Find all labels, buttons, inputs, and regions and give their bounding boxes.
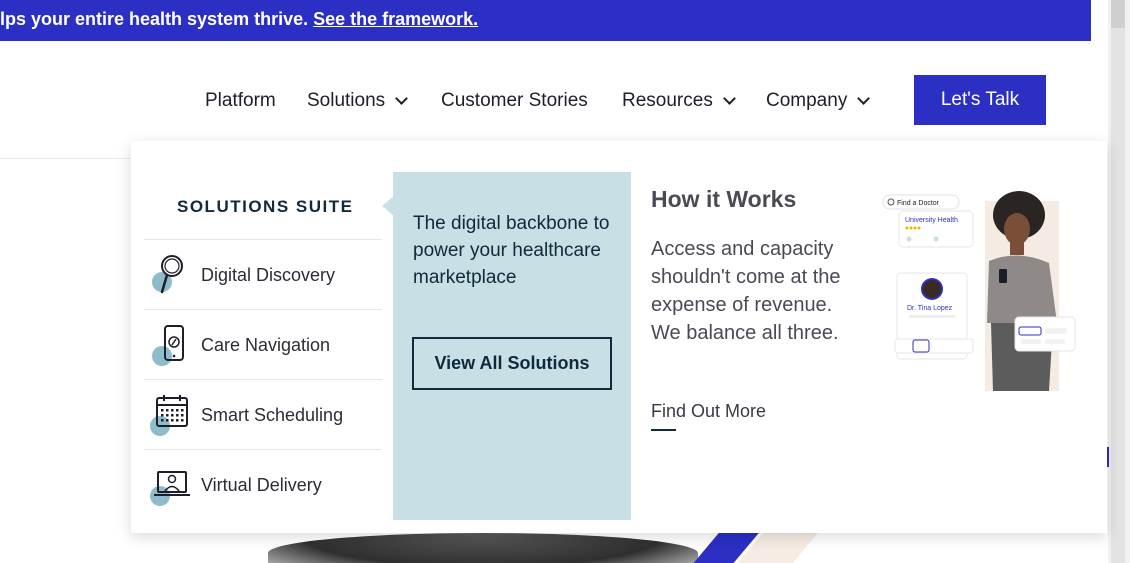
find-out-more-link[interactable]: Find Out More [651,401,766,422]
nav-label: Solutions [307,90,386,111]
solution-label: Digital Discovery [201,265,336,285]
solution-item-virtual-delivery[interactable]: Virtual Delivery [144,449,382,519]
solutions-list: Digital Discovery Care Navigation Smart … [144,239,382,519]
nav-item-customer-stories[interactable]: Customer Stories [441,90,588,112]
laptop-doctor-icon [150,471,190,506]
nav-label: Company [766,90,848,111]
solutions-panel: The digital backbone to power your healt… [393,172,631,520]
doctor-name-label: Dr. Tina Lopez [907,305,953,312]
scrollbar-thumb[interactable] [1111,0,1125,28]
scrollbar[interactable] [1108,0,1130,563]
panel-text: The digital backbone to power your healt… [413,213,610,288]
solution-label: Virtual Delivery [201,475,322,495]
chevron-down-icon [395,91,409,105]
solution-item-digital-discovery[interactable]: Digital Discovery [144,239,382,309]
link-underline [651,429,676,431]
announcement-link[interactable]: See the framework. [313,9,478,29]
phone-compass-icon [152,325,184,366]
view-all-solutions-button[interactable]: View All Solutions [412,337,612,390]
page: lps your entire health system thrive. See… [0,0,1130,563]
magnifier-icon [152,255,183,294]
solutions-dropdown: SOLUTIONS SUITE Digital Discovery Care N… [131,141,1107,533]
solutions-suite-title: SOLUTIONS SUITE [177,197,354,216]
solution-item-care-navigation[interactable]: Care Navigation [144,309,382,379]
hero-photo [268,533,698,563]
calendar-icon [150,395,188,436]
nav-item-platform[interactable]: Platform [205,90,276,112]
nav-label: Resources [622,90,713,111]
how-it-works-title: How it Works [651,186,797,212]
announcement-text: lps your entire health system thrive. [0,9,309,29]
how-it-works-body: Access and capacity shouldn't come at th… [651,238,841,344]
chevron-down-icon [722,91,736,105]
app-preview-illustration: Find a Doctor University Health Dr. Tina… [882,191,1076,391]
nav-item-company[interactable]: Company [766,90,871,112]
nav-item-resources[interactable]: Resources [622,90,736,112]
chevron-down-icon [857,91,871,105]
announcement-bar: lps your entire health system thrive. See… [0,0,1091,41]
solution-label: Care Navigation [201,335,331,355]
solution-item-smart-scheduling[interactable]: Smart Scheduling [144,379,382,449]
nav-label: Customer Stories [441,90,588,111]
lets-talk-button[interactable]: Let's Talk [914,75,1046,125]
find-doctor-label: Find a Doctor [897,200,940,207]
nav-label: Platform [205,90,276,111]
nav-item-solutions[interactable]: Solutions [307,90,409,112]
org-label: University Health [905,217,958,224]
solution-label: Smart Scheduling [201,405,344,425]
scrollbar-track[interactable] [1111,0,1125,563]
